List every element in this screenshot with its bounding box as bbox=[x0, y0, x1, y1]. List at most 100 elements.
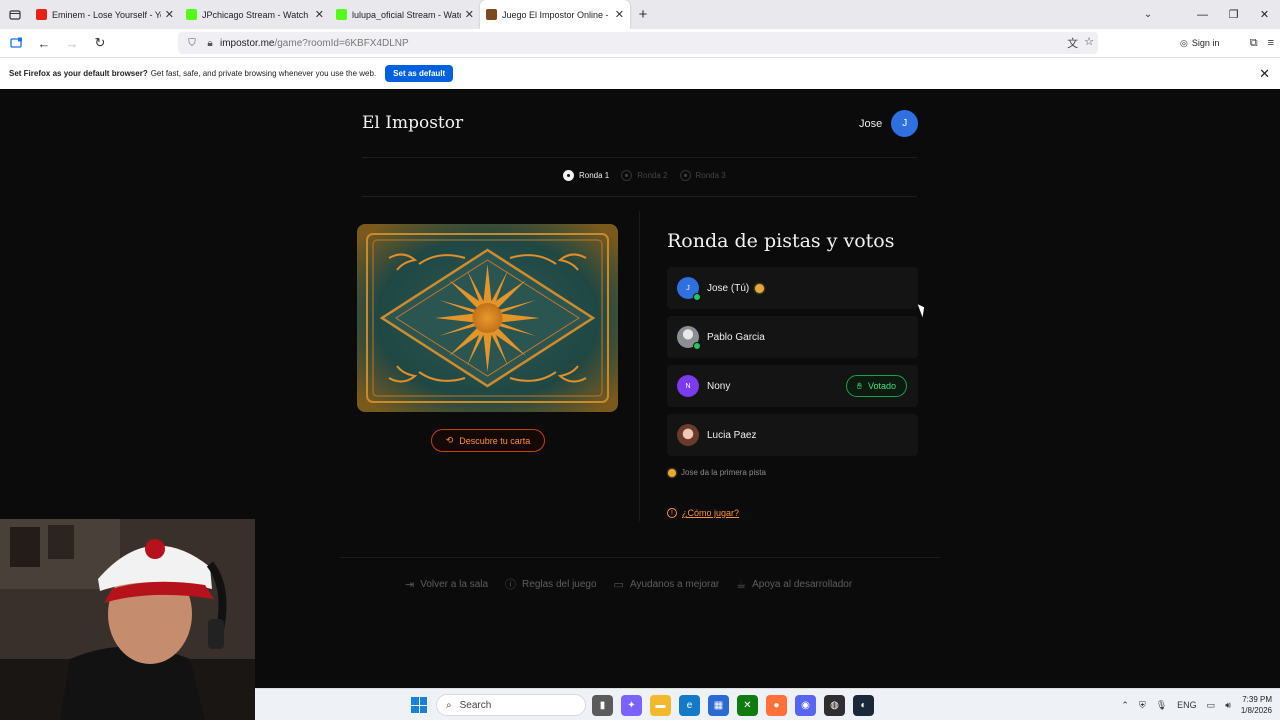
browser-tab-3-active[interactable]: Juego El Impostor Online - Jug ✕ bbox=[480, 0, 630, 29]
round-step-3: Ronda 3 bbox=[679, 170, 726, 181]
header-divider bbox=[362, 157, 917, 158]
sun-icon bbox=[668, 468, 676, 477]
extensions-icon[interactable]: ⧉ bbox=[1250, 37, 1258, 50]
language-indicator[interactable]: ENG bbox=[1177, 700, 1197, 710]
browser-tab-0[interactable]: Eminem - Lose Yourself - YouTu ✕ bbox=[30, 0, 180, 29]
close-notification-icon[interactable]: ✕ bbox=[1259, 66, 1270, 82]
sidebar-toggle-icon[interactable] bbox=[4, 31, 28, 55]
microsoft-store-icon[interactable]: ▦ bbox=[708, 695, 729, 716]
reveal-card-button[interactable]: ⟲ Descubre tu carta bbox=[431, 429, 545, 452]
round-dot-icon bbox=[679, 170, 691, 181]
game-rules-link[interactable]: ⓘ Reglas del juego bbox=[505, 576, 597, 592]
minimize-icon[interactable]: — bbox=[1187, 0, 1218, 29]
close-tab-icon[interactable]: ✕ bbox=[465, 8, 474, 21]
taskbar-search[interactable]: ⌕ Search bbox=[436, 694, 586, 716]
new-tab-button[interactable]: + bbox=[630, 0, 656, 29]
close-window-icon[interactable]: ✕ bbox=[1249, 0, 1280, 29]
streamer-webcam-image bbox=[0, 519, 255, 720]
hidden-card[interactable] bbox=[357, 224, 618, 412]
site-brand[interactable]: El Impostor bbox=[362, 113, 463, 133]
refresh-icon: ⟲ bbox=[445, 435, 454, 445]
support-developer-link[interactable]: ☕︎ Apoya al desarrollador bbox=[736, 576, 852, 592]
player-initial: N bbox=[685, 382, 691, 390]
footer-label: Apoya al desarrollador bbox=[752, 578, 853, 590]
tab-overview-icon[interactable] bbox=[0, 0, 30, 29]
firefox-icon[interactable]: ● bbox=[766, 695, 787, 716]
forward-icon[interactable]: → bbox=[60, 31, 84, 55]
system-tray: ⌃ ⛨ 🎙︎ ENG ▭ 🔊︎ 7:39 PM 1/8/2026 bbox=[1121, 689, 1272, 720]
volume-icon[interactable]: 🔊︎ bbox=[1225, 700, 1231, 711]
hand-icon: ✋︎ bbox=[856, 380, 862, 391]
how-to-play-link[interactable]: ! ¿Cómo jugar? bbox=[667, 508, 739, 518]
steam-icon[interactable]: ◐ bbox=[853, 695, 874, 716]
round-label: Ronda 3 bbox=[695, 171, 726, 180]
clock-time: 7:39 PM bbox=[1242, 695, 1272, 704]
browser-tab-2[interactable]: lulupa_oficial Stream - Watch Li ✕ bbox=[330, 0, 480, 29]
kick-favicon-icon bbox=[336, 9, 347, 20]
taskbar-clock[interactable]: 7:39 PM 1/8/2026 bbox=[1241, 694, 1272, 716]
xbox-icon[interactable]: ✕ bbox=[737, 695, 758, 716]
player-row: J Jose (Tú) bbox=[667, 267, 918, 309]
close-tab-icon[interactable]: ✕ bbox=[615, 8, 624, 21]
network-icon[interactable]: ▭ bbox=[1207, 700, 1216, 711]
footer-divider bbox=[340, 557, 940, 558]
search-placeholder: Search bbox=[459, 699, 492, 711]
footer-links: ⇥ Volver a la sala ⓘ Reglas del juego ▭ … bbox=[405, 576, 852, 592]
list-all-tabs-icon[interactable]: ⌄ bbox=[1136, 0, 1160, 29]
webcam-overlay bbox=[0, 519, 255, 720]
url-actions: 文 ☆ bbox=[1067, 35, 1094, 51]
tray-expand-icon[interactable]: ⌃ bbox=[1121, 700, 1129, 711]
user-menu[interactable]: Jose J bbox=[859, 110, 919, 137]
card-back-sun-icon bbox=[357, 224, 618, 412]
lock-icon[interactable]: 🔒︎ bbox=[202, 38, 218, 49]
back-to-room-link[interactable]: ⇥ Volver a la sala bbox=[405, 576, 488, 592]
toolbar-extras: ⧉ ≡ bbox=[1250, 32, 1274, 54]
set-as-default-button[interactable]: Set as default bbox=[385, 65, 454, 82]
discord-icon[interactable]: ◉ bbox=[795, 695, 816, 716]
round-progress: Ronda 1 Ronda 2 Ronda 3 bbox=[563, 170, 726, 181]
maximize-icon[interactable]: ❐ bbox=[1218, 0, 1249, 29]
tab-title: JPchicago Stream - Watch Live o bbox=[202, 9, 311, 20]
clock-date: 1/8/2026 bbox=[1240, 706, 1272, 715]
player-avatar-photo bbox=[677, 326, 701, 350]
tracking-protection-shield-icon[interactable]: ⛉ bbox=[184, 38, 200, 49]
close-tab-icon[interactable]: ✕ bbox=[315, 8, 324, 21]
close-tab-icon[interactable]: ✕ bbox=[165, 8, 174, 21]
task-view-icon[interactable]: ▮ bbox=[592, 695, 613, 716]
shield-icon[interactable]: ⛨ bbox=[1139, 700, 1146, 711]
edge-icon[interactable]: e bbox=[679, 695, 700, 716]
file-explorer-icon[interactable]: ▬ bbox=[650, 695, 671, 716]
clue-hint: Jose da la primera pista bbox=[668, 468, 766, 477]
url-bar[interactable]: ⛉ 🔒︎ impostor.me/game?roomId=6KBFX4DLNP … bbox=[178, 32, 1098, 54]
round-label: Ronda 2 bbox=[637, 171, 668, 180]
sign-in-button[interactable]: ◎ Sign in bbox=[1180, 32, 1219, 54]
bookmark-star-icon[interactable]: ☆ bbox=[1084, 35, 1094, 51]
online-status-icon bbox=[693, 342, 701, 350]
tab-title: lulupa_oficial Stream - Watch Li bbox=[352, 9, 461, 20]
reload-icon[interactable]: ↻ bbox=[88, 31, 112, 55]
windows-taskbar: ⌕ Search ▮ ✦ ▬ e ▦ ✕ ● ◉ ◍ ◐ ⌃ ⛨ 🎙︎ ENG … bbox=[255, 688, 1280, 720]
app-menu-icon[interactable]: ≡ bbox=[1268, 37, 1274, 49]
search-icon: ⌕ bbox=[446, 699, 452, 711]
column-divider bbox=[639, 211, 640, 521]
round-step-2: Ronda 2 bbox=[621, 170, 668, 181]
url-host: impostor.me bbox=[220, 37, 275, 49]
obs-icon[interactable]: ◍ bbox=[824, 695, 845, 716]
translate-icon[interactable]: 文 bbox=[1067, 35, 1078, 51]
player-row: Lucia Paez bbox=[667, 414, 918, 456]
back-icon[interactable]: ← bbox=[32, 31, 56, 55]
windows-start-icon[interactable] bbox=[411, 697, 427, 713]
player-avatar: J bbox=[677, 277, 701, 301]
info-icon: ! bbox=[667, 508, 677, 518]
copilot-icon[interactable]: ✦ bbox=[621, 695, 642, 716]
notification-text: Get fast, safe, and private browsing whe… bbox=[150, 69, 377, 78]
player-name: Lucia Paez bbox=[707, 429, 757, 441]
feedback-link[interactable]: ▭ Ayudanos a mejorar bbox=[614, 576, 720, 592]
youtube-favicon-icon bbox=[36, 9, 47, 20]
exit-icon: ⇥ bbox=[405, 578, 415, 591]
taskbar-apps: ▮ ✦ ▬ e ▦ ✕ ● ◉ ◍ ◐ bbox=[592, 695, 874, 716]
microphone-icon[interactable]: 🎙︎ bbox=[1156, 700, 1167, 711]
browser-tab-1[interactable]: JPchicago Stream - Watch Live o ✕ bbox=[180, 0, 330, 29]
first-clue-sun-icon bbox=[755, 283, 765, 293]
user-avatar[interactable]: J bbox=[891, 110, 919, 137]
